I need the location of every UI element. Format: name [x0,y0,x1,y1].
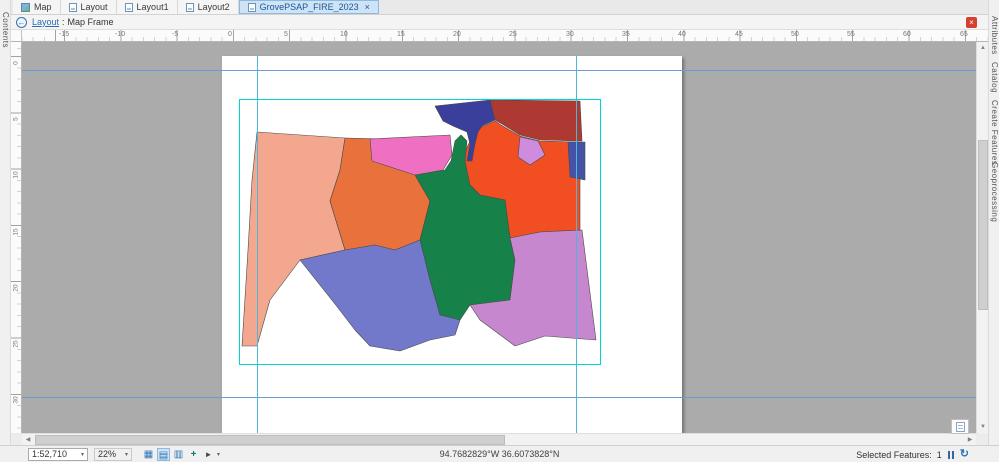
tab-grovepsap-fire-2023[interactable]: GrovePSAP_FIRE_2023 × [238,0,379,14]
add-item-icon[interactable]: + [187,448,200,461]
horizontal-guide [22,397,976,398]
contents-pane-tab[interactable]: Contents [1,12,10,48]
right-dock-strip: Attributes Catalog Create Features Geopr… [988,0,999,462]
tab-label: Layout [80,2,108,12]
ruler-tick-label: 10 [340,31,348,38]
ruler-tick-label: 40 [678,31,686,38]
refresh-icon[interactable]: ↻ [960,449,969,460]
breadcrumb-separator: : [62,17,65,27]
catalog-pane-tab[interactable]: Catalog [990,62,999,93]
selected-features-count: 1 [936,449,942,460]
layout-canvas[interactable] [22,42,976,433]
ruler-tick-label: -15 [59,31,70,38]
tab-label: GrovePSAP_FIRE_2023 [259,2,359,12]
ruler-tick-label: 55 [847,31,855,38]
ruler-tick-label: 10 [12,171,20,179]
horizontal-scrollbar-thumb[interactable] [35,435,505,445]
chevron-down-icon: ▾ [124,451,128,458]
select-tool-icon[interactable]: ► [202,448,215,461]
chevron-down-icon: ▾ [80,451,84,458]
ruler-tick-label: 45 [735,31,743,38]
zoom-combobox[interactable]: 22% ▾ [94,447,132,461]
ruler-tick-label: -5 [172,31,179,38]
page-icon [955,421,965,432]
grid-view-icon[interactable]: ▦ [142,448,155,461]
ruler-tick-label: 25 [509,31,517,38]
ruler-tick-label: 35 [622,31,630,38]
ruler-tick-label: 0 [12,61,20,65]
ruler-tick-label: -10 [115,31,126,38]
ruler-tick-label: 0 [228,31,232,38]
layout-notes-icon[interactable] [951,419,969,434]
vertical-scrollbar: ▲ ▼ [976,42,988,433]
ruler-tick-label: 15 [12,228,20,236]
scrollbar-corner [976,433,988,445]
layout-tab-icon [124,2,133,12]
status-bar: 1:52,710 ▾ 22% ▾ ▦ ▤ ▥ + ► ▾ 94.7682829°… [0,445,999,462]
breadcrumb: ← Layout : Map Frame × [11,15,988,30]
status-right-group: Selected Features: 1 ↻ [856,446,969,462]
tab-layout2[interactable]: Layout2 [177,0,239,14]
tab-layout[interactable]: Layout [60,0,117,14]
map-frame-label: Map Frame [67,17,114,27]
horizontal-scrollbar: ◀ ▶ [22,433,976,445]
map-frame-selection [239,99,601,365]
ruler-tick-label: 60 [903,31,911,38]
application-window: Contents Map Layout Layout1 Layout2 Grov… [0,0,999,462]
pause-drawing-button[interactable] [947,450,955,459]
tab-map[interactable]: Map [13,0,61,14]
create-features-pane-tab[interactable]: Create Features [990,100,999,165]
ruler-tick-label: 30 [566,31,574,38]
tab-label: Layout1 [136,2,169,12]
ruler-corner [11,30,22,42]
chevron-down-icon[interactable]: ▾ [217,451,220,458]
tab-label: Map [34,2,52,12]
layout-tab-icon [247,2,256,12]
ruler-tick-label: 65 [960,31,968,38]
ruler-tick-label: 50 [791,31,799,38]
close-icon[interactable]: × [365,2,370,12]
layout-tab-icon [185,2,194,12]
layout-link[interactable]: Layout [32,17,59,27]
ruler-tick-label: 20 [453,31,461,38]
ruler-tick-label: 5 [12,117,20,121]
horizontal-ruler: -15 -10 -5 0 5 10 15 20 25 30 35 40 45 5… [22,30,988,42]
geoprocessing-pane-tab[interactable]: Geoprocessing [990,162,999,222]
ruler-tick-label: 5 [284,31,288,38]
back-button[interactable]: ← [16,16,27,28]
vertical-scrollbar-thumb[interactable] [978,140,988,310]
ruler-tick-label: 15 [397,31,405,38]
view-toggle-group: ▦ ▤ ▥ + ► ▾ [142,447,220,461]
scale-value: 1:52,710 [32,449,68,459]
view-tab-bar: Map Layout Layout1 Layout2 GrovePSAP_FIR… [11,0,988,15]
scrollbar-corner [11,433,22,445]
layout-tab-icon [68,2,77,12]
zoom-value: 22% [98,449,117,459]
selected-features-label: Selected Features: [856,449,932,460]
map-tab-icon [21,2,30,12]
horizontal-guide [22,70,976,71]
attributes-pane-tab[interactable]: Attributes [990,16,999,55]
ruler-tick-label: 25 [12,340,20,348]
coordinates-readout: 94.7682829°W 36.6073828°N [439,449,560,459]
ruler-tick-label: 20 [12,284,20,292]
tab-layout1[interactable]: Layout1 [116,0,178,14]
pages-view-icon[interactable]: ▥ [172,448,185,461]
scale-combobox[interactable]: 1:52,710 ▾ [28,447,88,461]
layout-view-icon[interactable]: ▤ [157,447,170,461]
tab-label: Layout2 [197,2,230,12]
close-view-button[interactable]: × [966,17,977,28]
vertical-ruler: 0 5 10 15 20 25 30 [11,42,22,433]
left-dock-strip: Contents [0,0,11,462]
ruler-tick-label: 30 [12,396,20,404]
